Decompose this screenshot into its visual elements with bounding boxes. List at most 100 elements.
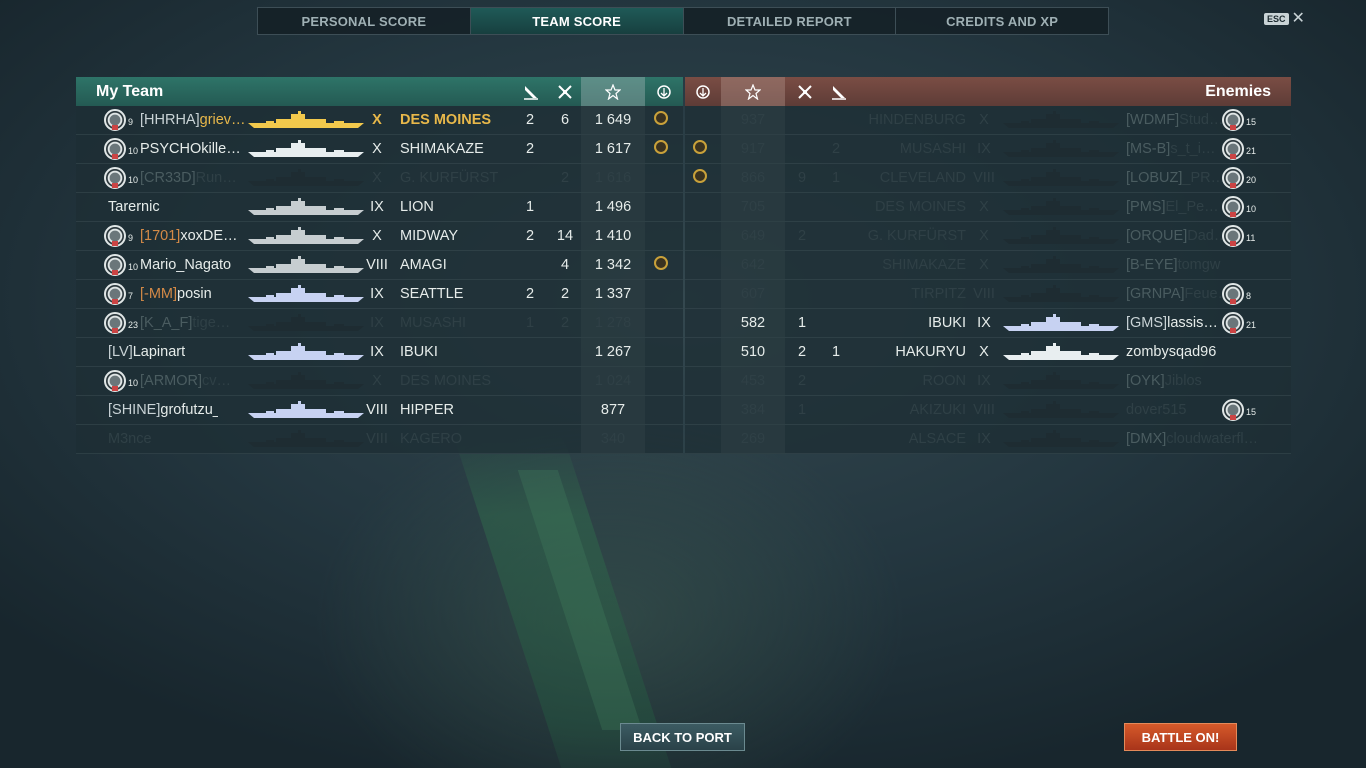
rank-insignia: 10 (1222, 196, 1260, 218)
score-star-icon[interactable] (721, 77, 785, 106)
rank-icon (1222, 283, 1244, 305)
achievement-medal-icon (693, 140, 707, 158)
ship-silhouette-icon (1001, 227, 1121, 245)
score-value: 453 (740, 373, 766, 389)
player-nickname: Stud… (1179, 112, 1224, 128)
enemy-player[interactable]: 866 9 1 CLEVELAND VIII [LOBUZ]_PR… 20 (76, 164, 1291, 193)
rank-insignia: 21 (1222, 312, 1260, 334)
score-value: 649 (740, 228, 766, 244)
clan-tag: [DMX] (1126, 431, 1167, 447)
clan-tag: [B-EYE] (1126, 257, 1178, 273)
rank-insignia: 15 (1222, 109, 1260, 131)
clan-tag: [GMS] (1126, 315, 1168, 331)
tab-bar: PERSONAL SCORE TEAM SCORE DETAILED REPOR… (257, 7, 1109, 35)
kills-icon (547, 77, 583, 106)
kills-value: 9 (797, 170, 807, 186)
ship-silhouette-icon (1001, 169, 1121, 187)
rank-insignia: 11 (1222, 225, 1260, 247)
kills-value: 1 (797, 402, 807, 418)
rank-icon (1222, 167, 1244, 189)
medal-badge (693, 169, 707, 183)
rank-insignia: 20 (1222, 167, 1260, 189)
ship-tier: IX (977, 141, 991, 157)
ship-name: TIRPITZ (911, 286, 966, 302)
player-nickname: lassis… (1167, 315, 1218, 331)
ship-name: SHIMAKAZE (882, 257, 966, 273)
rank-insignia: 15 (1222, 399, 1260, 421)
battle-on-button[interactable]: BATTLE ON! (1124, 723, 1237, 751)
clan-tag: [MS-B] (1126, 141, 1171, 157)
enemy-player[interactable]: 269 ALSACE IX [DMX]cloudwaterfl… (76, 425, 1291, 454)
score-rows: 9 [HHRHA]griev… X DES MOINES 2 6 1 649 937 HINDE… (76, 106, 1291, 454)
table-row: 7 [-MM]posin IX SEATTLE 2 2 1 337 607 TIRPITZ VII… (76, 280, 1291, 309)
clan-tag: [OYK] (1126, 373, 1165, 389)
tab-team-score[interactable]: TEAM SCORE (470, 8, 684, 34)
rank-number: 11 (1246, 233, 1256, 243)
enemy-player[interactable]: 510 2 1 HAKURYU Xzombysqad96 (76, 338, 1291, 367)
table-row: Tarernic IX LION 1 1 496 705 DES MOINES X [PMS]E… (76, 193, 1291, 222)
enemy-player[interactable]: 649 2 G. KURFÜRST X [ORQUE]Dad… 11 (76, 222, 1291, 251)
score-value: 384 (740, 402, 766, 418)
player-nickname: dover515 (1126, 402, 1187, 418)
ship-tier: VIII (973, 170, 995, 186)
player-name: zombysqad96 (1126, 344, 1256, 360)
enemy-player[interactable]: 384 1 AKIZUKI VIII dover515 15 (76, 396, 1291, 425)
achievements-icon (685, 77, 721, 106)
ship-silhouette-icon (1001, 198, 1121, 216)
back-to-port-button[interactable]: BACK TO PORT (620, 723, 745, 751)
ship-silhouette-icon (1001, 372, 1121, 390)
torpedo-kills-icon (513, 77, 549, 106)
enemy-player[interactable]: 582 1 IBUKI IX [GMS]lassis… 21 (76, 309, 1291, 338)
rank-icon (1222, 196, 1244, 218)
ship-name: IBUKI (928, 315, 966, 331)
clan-tag: [LOBUZ] (1126, 170, 1183, 186)
rank-insignia: 8 (1222, 283, 1260, 305)
ship-silhouette-icon (1001, 256, 1121, 274)
tab-credits-and-xp[interactable]: CREDITS AND XP (896, 8, 1108, 34)
ship-name: DES MOINES (874, 199, 966, 215)
medal-badge (693, 140, 707, 154)
rank-number: 8 (1246, 291, 1252, 301)
enemy-player[interactable]: 937 HINDENBURG X [WDMF]Stud… 15 (76, 106, 1291, 135)
score-value: 607 (740, 286, 766, 302)
ship-silhouette-icon (1001, 343, 1121, 361)
ship-name: HAKURYU (895, 344, 966, 360)
ship-name: MUSASHI (899, 141, 966, 157)
ship-silhouette-icon (1001, 140, 1121, 158)
ship-name: ALSACE (908, 431, 966, 447)
enemy-player[interactable]: 917 2 MUSASHI IX [MS-B]s_t_i… 21 (76, 135, 1291, 164)
score-value: 642 (740, 257, 766, 273)
enemy-player[interactable]: 453 2 ROON IX [OYK]Jiblos (76, 367, 1291, 396)
team-score-table: My Team Enemies 9 [HHRHA]griev… X DES MOINE… (76, 77, 1291, 455)
enemy-player[interactable]: 607 TIRPITZ VIII [GRNPA]Feue… 8 (76, 280, 1291, 309)
clan-tag: [ORQUE] (1126, 228, 1188, 244)
table-row: [SHINE]grofutzu_1VIIIHIPPER8773841AKIZUK… (76, 396, 1291, 425)
achievement-medal-icon (693, 169, 707, 187)
esc-key-label: ESC (1264, 13, 1289, 25)
my-team-title: My Team (96, 83, 164, 100)
table-row: 23 [K_A_F]tige… IX MUSASHI 1 2 1 278 582 1 IBUKI I… (76, 309, 1291, 338)
rank-number: 20 (1246, 175, 1257, 185)
ship-tier: IX (977, 431, 991, 447)
torpedo-kills-icon (821, 77, 857, 106)
tab-detailed-report[interactable]: DETAILED REPORT (684, 8, 897, 34)
ship-silhouette-icon (1001, 401, 1121, 419)
ship-name: AKIZUKI (909, 402, 966, 418)
enemy-player[interactable]: 642 SHIMAKAZE X [B-EYE]tomgw (76, 251, 1291, 280)
ship-tier: X (979, 257, 989, 273)
ship-name: CLEVELAND (879, 170, 966, 186)
ship-name: HINDENBURG (868, 112, 966, 128)
ship-name: G. KURFÜRST (867, 228, 966, 244)
ship-tier: X (979, 199, 989, 215)
tab-personal-score[interactable]: PERSONAL SCORE (258, 8, 471, 34)
table-row: 10 [ARMOR]cv… X DES MOINES 1 024 453 2 ROON IX [O… (76, 367, 1291, 396)
rank-icon (1222, 138, 1244, 160)
score-star-icon[interactable] (581, 77, 645, 106)
score-value: 866 (740, 170, 766, 186)
table-row: 9 [1701]xoxDE… X MIDWAY 2 14 1 410 649 2 G. KURFÜ… (76, 222, 1291, 251)
kills-value: 2 (797, 373, 807, 389)
score-value: 917 (740, 141, 766, 157)
ship-tier: X (979, 228, 989, 244)
enemy-player[interactable]: 705 DES MOINES X [PMS]El_Pe… 10 (76, 193, 1291, 222)
close-button[interactable]: ESC ✕ (1264, 11, 1305, 27)
